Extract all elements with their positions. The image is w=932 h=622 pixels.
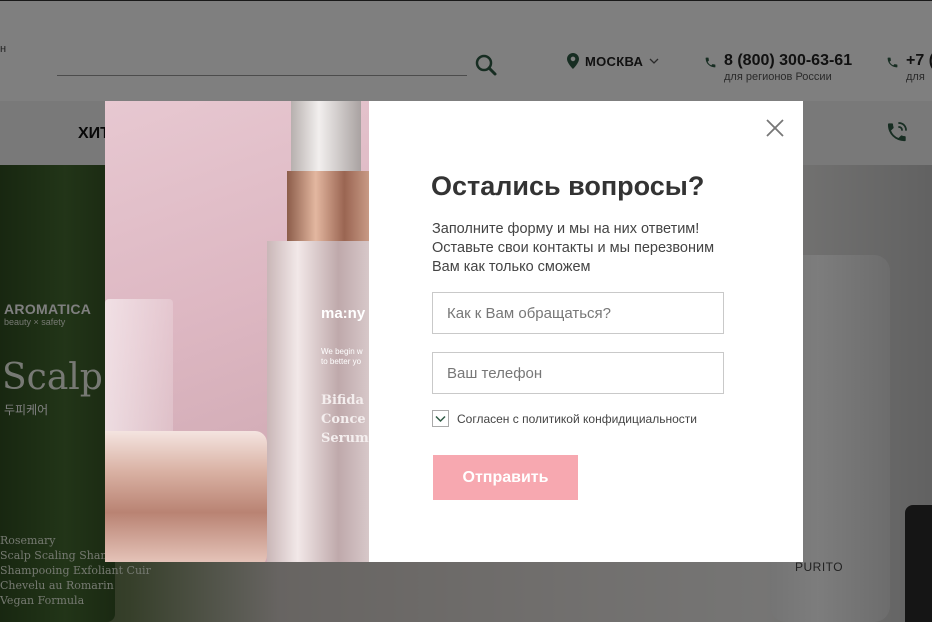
name-field[interactable]	[432, 292, 724, 334]
serum-name-line: Bifida	[321, 393, 364, 408]
consent-row: Согласен с политикой конфидициальности	[432, 410, 697, 427]
serum-brand: ma:ny	[321, 305, 366, 322]
serum-small-text: We begin w to better yo	[321, 347, 363, 367]
phone-field[interactable]	[432, 352, 724, 394]
modal-description: Заполните форму и мы на них ответим! Ост…	[432, 221, 715, 275]
serum-dropper-image	[291, 101, 361, 176]
modal-product-photo: ma:ny We begin w to better yo Bifida Con…	[105, 101, 369, 562]
checkmark-icon	[435, 415, 446, 422]
submit-button[interactable]: Отправить	[433, 455, 578, 500]
serum-small-line: We begin w	[321, 347, 363, 356]
serum-small-line: to better yo	[321, 357, 362, 366]
modal-title: Остались вопросы?	[431, 171, 705, 201]
close-icon[interactable]	[762, 115, 788, 141]
serum-name: Bifida Conce Serum	[321, 391, 369, 448]
serum-name-line: Conce	[321, 412, 366, 427]
serum-name-line: Serum	[321, 431, 369, 446]
consent-label[interactable]: Согласен с политикой конфидициальности	[457, 412, 697, 426]
serum-collar-image	[287, 171, 369, 246]
rose-gold-jar-image	[105, 431, 267, 562]
consent-checkbox[interactable]	[432, 410, 449, 427]
callback-modal: ma:ny We begin w to better yo Bifida Con…	[105, 101, 803, 562]
